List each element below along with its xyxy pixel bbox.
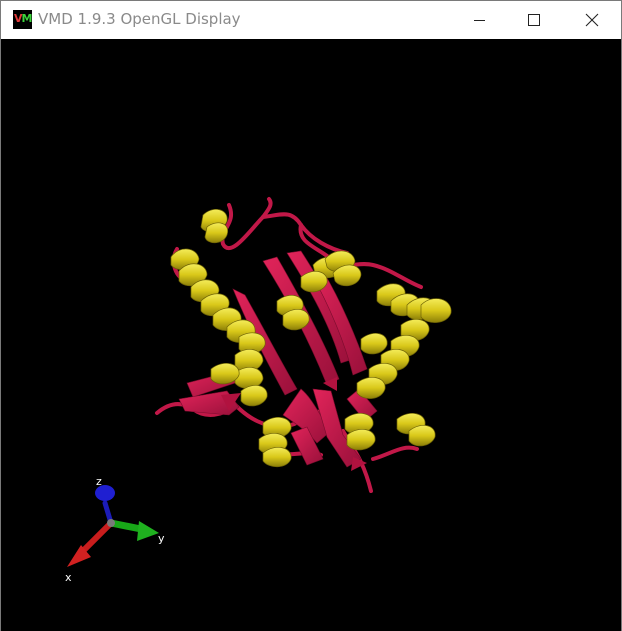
y-axis-arrow — [137, 521, 159, 541]
title-bar[interactable]: VMD VMD 1.9.3 OpenGL Display — [1, 1, 621, 39]
minimize-icon — [474, 20, 485, 21]
protein-cartoon — [155, 197, 452, 493]
maximize-button[interactable] — [506, 1, 562, 39]
opengl-viewport[interactable]: x y z — [1, 39, 621, 631]
y-axis-label: y — [158, 532, 165, 545]
x-axis-label: x — [65, 571, 72, 584]
axes-indicator: x y z — [65, 475, 165, 584]
minimize-button[interactable] — [452, 1, 508, 39]
z-axis-label: z — [96, 475, 102, 488]
vmd-display-window: VMD VMD 1.9.3 OpenGL Display — [0, 0, 622, 631]
window-title: VMD 1.9.3 OpenGL Display — [38, 10, 241, 28]
close-icon — [585, 13, 599, 27]
y-axis-shaft — [107, 519, 145, 533]
maximize-icon — [528, 14, 540, 26]
axes-origin — [107, 519, 115, 527]
close-button[interactable] — [562, 1, 618, 39]
vmd-app-icon[interactable]: VMD — [13, 10, 32, 29]
molecule-scene[interactable]: x y z — [1, 39, 621, 631]
